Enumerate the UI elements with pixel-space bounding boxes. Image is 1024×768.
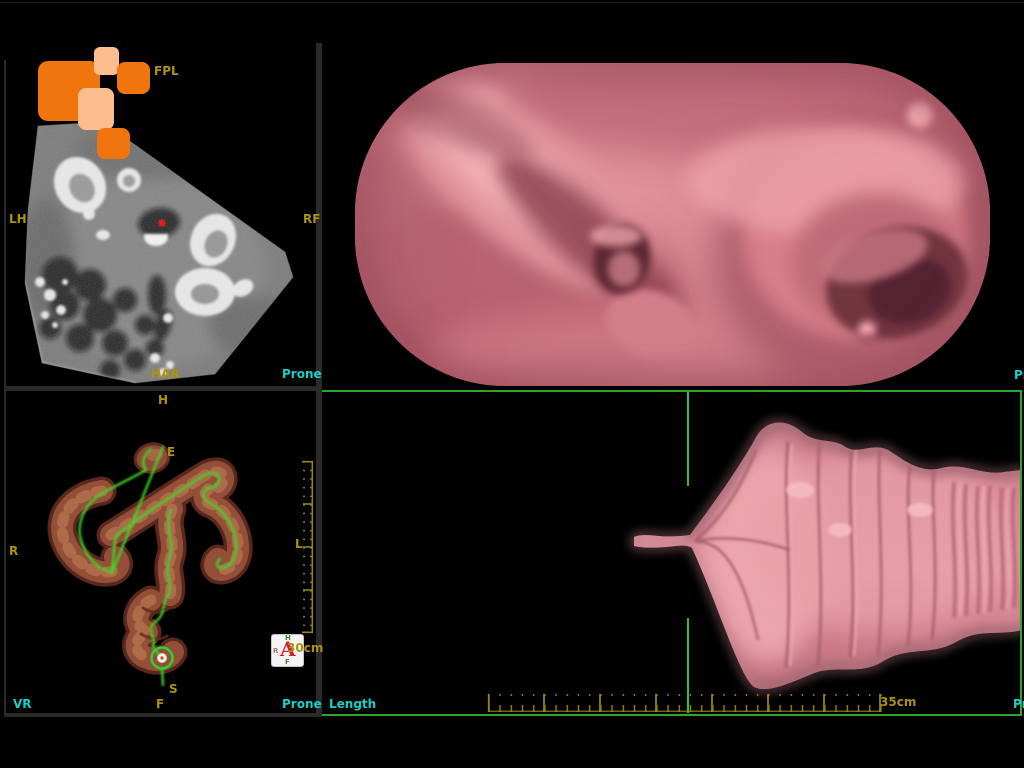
axial-orient-bottom-label: HAR xyxy=(151,367,180,381)
cube-left-label: R xyxy=(273,647,278,655)
logo-block-2 xyxy=(94,47,119,75)
lesion-marker-icon xyxy=(158,219,166,227)
axial-orient-top-label: FPL xyxy=(154,64,179,78)
logo-block-3 xyxy=(117,62,150,94)
map-scale-ruler xyxy=(302,461,313,633)
endoluminal-viewport[interactable] xyxy=(322,43,1024,391)
overview-map-viewport[interactable] xyxy=(5,392,317,716)
dissection-render xyxy=(620,410,1022,700)
left-bottom-border xyxy=(4,713,317,717)
axial-orient-left-label: LH xyxy=(9,212,27,226)
dissection-axis-label: Length xyxy=(329,697,376,711)
dissection-viewport[interactable] xyxy=(320,390,1022,716)
map-ruler-value: 30cm xyxy=(287,641,323,655)
map-position-label: Prone xyxy=(282,697,322,711)
map-orient-top-label: H xyxy=(158,393,168,407)
map-path-end-label: S xyxy=(169,682,178,696)
axial-orient-right-label: RF xyxy=(303,212,320,226)
dissection-ruler-value: 35cm xyxy=(880,695,916,709)
logo-block-5 xyxy=(97,128,130,159)
endoluminal-position-label: Prone xyxy=(1014,368,1024,382)
workstation-screen: A H F R xyxy=(0,0,1024,768)
map-view-label: VR xyxy=(13,697,32,711)
map-orient-right-label: L xyxy=(295,537,303,551)
axial-position-label: Prone xyxy=(282,367,322,381)
dissection-position-label: Prone xyxy=(1013,697,1024,711)
map-orient-bottom-label: F xyxy=(156,697,164,711)
map-path-start-label: E xyxy=(167,445,175,459)
left-row-divider xyxy=(4,386,317,391)
window-top-line xyxy=(0,2,1024,3)
endoluminal-render xyxy=(322,43,1024,391)
cube-bottom-label: F xyxy=(285,658,290,666)
length-ruler xyxy=(488,694,882,712)
logo-block-4 xyxy=(78,88,114,130)
map-orient-left-label: R xyxy=(9,544,18,558)
